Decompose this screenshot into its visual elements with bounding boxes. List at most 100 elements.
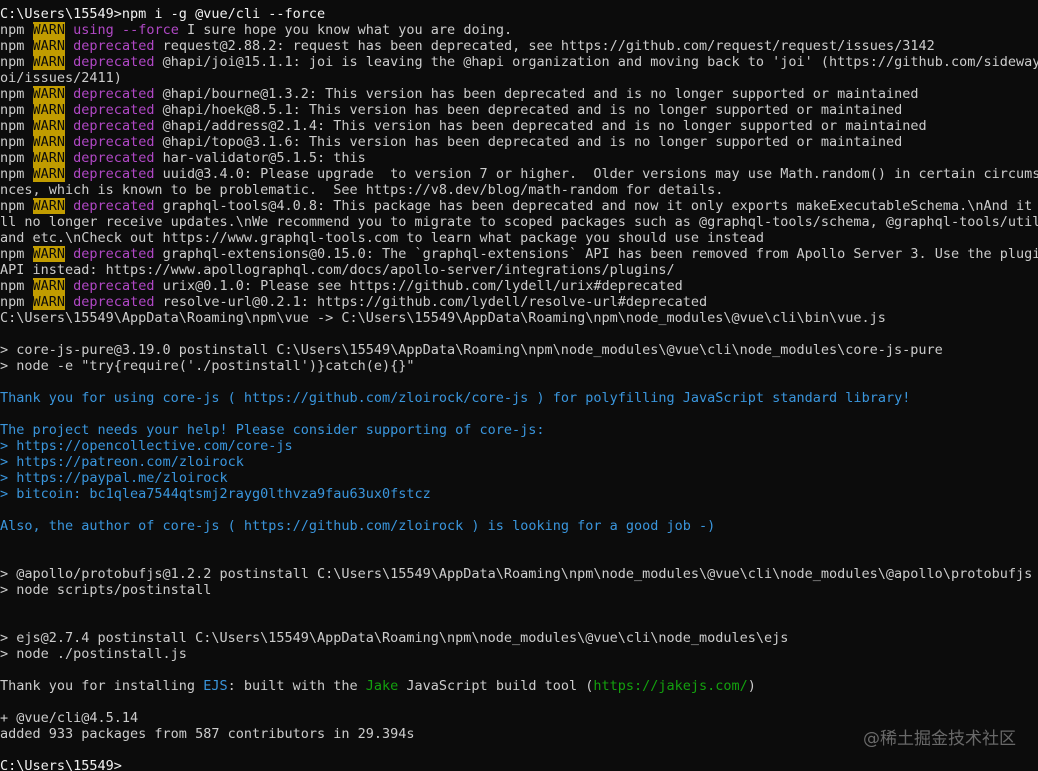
terminal-line: npm WARN deprecated graphql-extensions@0…: [0, 246, 1038, 262]
terminal-line: Thank you for using core-js ( https://gi…: [0, 390, 1038, 406]
terminal-text: oi/issues/2411): [0, 70, 122, 86]
terminal-text: >: [0, 486, 17, 502]
terminal-text: ) for polyfilling JavaScript standard li…: [528, 390, 911, 406]
terminal-text: > node ./postinstall.js: [0, 646, 187, 662]
terminal-text: https://opencollective.com/core-js: [16, 438, 293, 454]
terminal-text: : built with the: [227, 678, 366, 694]
warn-badge: WARN: [32, 54, 66, 70]
terminal-text: npm: [0, 102, 33, 118]
warn-badge: WARN: [32, 150, 66, 166]
terminal-text: npm: [0, 86, 33, 102]
terminal-line: C:\Users\15549>npm i -g @vue/cli --force: [0, 6, 1038, 22]
terminal-text: >: [0, 454, 17, 470]
warn-badge: WARN: [32, 118, 66, 134]
terminal-text: nces, which is known to be problematic. …: [0, 182, 724, 198]
terminal-text: npm: [0, 278, 33, 294]
terminal-text: JavaScript build tool (: [398, 678, 594, 694]
terminal-text: npm: [0, 134, 33, 150]
terminal-text: > core-js-pure@3.19.0 postinstall C:\Use…: [0, 342, 943, 358]
terminal-text: > node scripts/postinstall: [0, 582, 212, 598]
terminal-line: npm WARN deprecated @hapi/joi@15.1.1: jo…: [0, 54, 1038, 70]
terminal-text: https://jakejs.com/: [593, 678, 748, 694]
terminal-text: npm: [0, 198, 33, 214]
terminal-line: npm WARN deprecated @hapi/hoek@8.5.1: Th…: [0, 102, 1038, 118]
terminal-line: > ejs@2.7.4 postinstall C:\Users\15549\A…: [0, 630, 1038, 646]
warn-badge: WARN: [32, 86, 66, 102]
terminal-output[interactable]: C:\Users\15549>npm i -g @vue/cli --force…: [0, 6, 1038, 771]
terminal-line: > node -e "try{require('./postinstall')}…: [0, 358, 1038, 374]
terminal-text: > ejs@2.7.4 postinstall C:\Users\15549\A…: [0, 630, 789, 646]
terminal-text: API instead: https://www.apollographql.c…: [0, 262, 675, 278]
terminal-line: > bitcoin: bc1qlea7544qtsmj2rayg0lthvza9…: [0, 486, 1038, 502]
terminal-line: > core-js-pure@3.19.0 postinstall C:\Use…: [0, 342, 1038, 358]
terminal-text: @hapi/joi@15.1.1: joi is leaving the @ha…: [162, 54, 1038, 70]
terminal-text: npm: [0, 294, 33, 310]
terminal-text: request@2.88.2: request has been depreca…: [154, 38, 935, 54]
terminal-text: https://github.com/zloirock: [243, 518, 464, 534]
terminal-text: deprecated: [73, 86, 155, 102]
terminal-text: deprecated: [73, 54, 155, 70]
terminal-line: Also, the author of core-js ( https://gi…: [0, 518, 1038, 534]
terminal-line: npm WARN deprecated request@2.88.2: requ…: [0, 38, 1038, 54]
terminal-text: and etc.\nCheck out https://www.graphql-…: [0, 230, 765, 246]
terminal-line: npm WARN deprecated har-validator@5.1.5:…: [0, 150, 1038, 166]
warn-badge: WARN: [32, 278, 66, 294]
terminal-text: C:\Users\15549>: [0, 758, 122, 771]
terminal-text: @hapi/address@2.1.4: This version has be…: [154, 118, 927, 134]
terminal-text: resolve-url@0.2.1: https://github.com/ly…: [154, 294, 708, 310]
terminal-text: ): [747, 678, 756, 694]
terminal-text: C:\Users\15549>npm i -g @vue/cli --force: [0, 6, 326, 22]
terminal-text: deprecated: [73, 246, 155, 262]
terminal-line: npm WARN deprecated @hapi/address@2.1.4:…: [0, 118, 1038, 134]
terminal-text: EJS: [203, 678, 228, 694]
terminal-text: Thank you for using core-js (: [0, 390, 244, 406]
warn-badge: WARN: [32, 22, 66, 38]
terminal-text: graphql-tools@4.0.8: This package has be…: [154, 198, 1038, 214]
terminal-text: >: [0, 438, 17, 454]
terminal-text: deprecated: [73, 118, 155, 134]
terminal-text: npm: [0, 166, 33, 182]
terminal-text: deprecated: [73, 278, 155, 294]
terminal-line: oi/issues/2411): [0, 70, 1038, 86]
terminal-text: https://github.com/zloirock/core-js: [243, 390, 529, 406]
terminal-text: @hapi/bourne@1.3.2: This version has bee…: [154, 86, 919, 102]
terminal-text: har-validator@5.1.5: this: [154, 150, 366, 166]
terminal-line: > https://paypal.me/zloirock: [0, 470, 1038, 486]
terminal-text: npm: [0, 246, 33, 262]
terminal-text: deprecated: [73, 166, 155, 182]
terminal-line: nces, which is known to be problematic. …: [0, 182, 1038, 198]
terminal-text: uuid@3.4.0: Please upgrade to version 7 …: [154, 166, 1038, 182]
terminal-text: The project needs your help! Please cons…: [0, 422, 545, 438]
terminal-line: > node scripts/postinstall: [0, 582, 1038, 598]
terminal-line: > @apollo/protobufjs@1.2.2 postinstall C…: [0, 566, 1038, 582]
terminal-line: C:\Users\15549\AppData\Roaming\npm\vue -…: [0, 310, 1038, 326]
terminal-text: > @apollo/protobufjs@1.2.2 postinstall C…: [0, 566, 1033, 582]
terminal-text: using --force: [73, 22, 179, 38]
terminal-text: npm: [0, 118, 33, 134]
terminal-line: The project needs your help! Please cons…: [0, 422, 1038, 438]
terminal-text: https://paypal.me/zloirock: [16, 470, 228, 486]
terminal-text: I sure hope you know what you are doing.: [178, 22, 513, 38]
terminal-line: npm WARN deprecated graphql-tools@4.0.8:…: [0, 198, 1038, 214]
terminal-text: https://patreon.com/zloirock: [16, 454, 244, 470]
warn-badge: WARN: [32, 134, 66, 150]
terminal-text: deprecated: [73, 150, 155, 166]
terminal-line: and etc.\nCheck out https://www.graphql-…: [0, 230, 1038, 246]
terminal-text: bitcoin: bc1qlea7544qtsmj2rayg0lthvza9fa…: [16, 486, 431, 502]
terminal-line: > https://opencollective.com/core-js: [0, 438, 1038, 454]
